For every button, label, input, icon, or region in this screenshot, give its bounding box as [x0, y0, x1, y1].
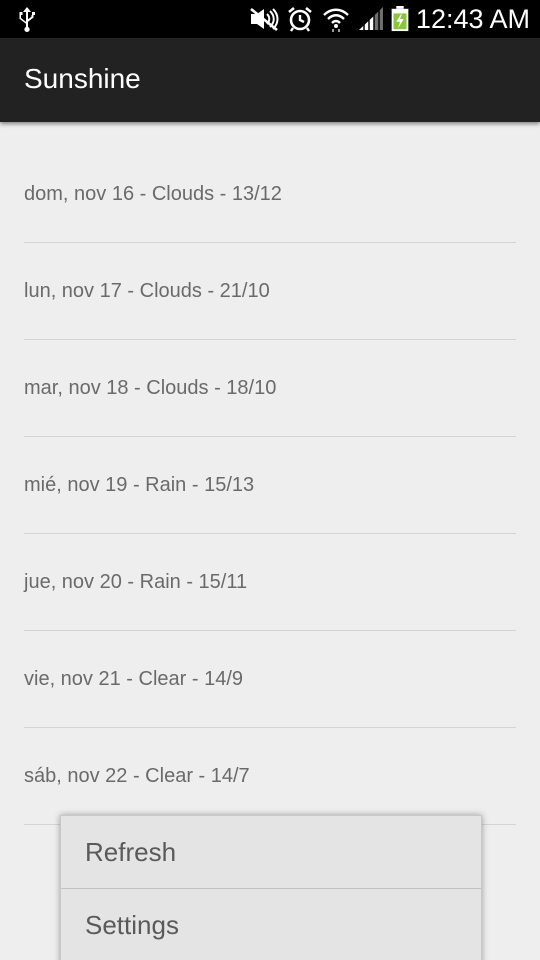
forecast-label: vie, nov 21 - Clear - 14/9 — [24, 668, 243, 690]
alarm-icon — [288, 6, 312, 32]
menu-item-settings[interactable]: Settings — [61, 888, 481, 960]
list-item[interactable]: mié, nov 19 - Rain - 15/13 — [24, 437, 516, 534]
forecast-label: mar, nov 18 - Clouds - 18/10 — [24, 377, 277, 399]
list-item[interactable]: lun, nov 17 - Clouds - 21/10 — [24, 243, 516, 340]
battery-charging-icon — [391, 6, 409, 32]
list-item[interactable]: jue, nov 20 - Rain - 15/11 — [24, 534, 516, 631]
signal-icon — [359, 7, 383, 30]
forecast-label: lun, nov 17 - Clouds - 21/10 — [24, 280, 270, 302]
app-title: Sunshine — [24, 63, 141, 94]
wifi-icon — [323, 8, 349, 32]
status-bar: 12:43 AM — [0, 0, 540, 38]
forecast-list: dom, nov 16 - Clouds - 13/12 lun, nov 17… — [24, 146, 516, 825]
menu-item-label: Refresh — [85, 837, 177, 867]
action-bar: Sunshine — [0, 38, 540, 122]
list-item[interactable]: vie, nov 21 - Clear - 14/9 — [24, 631, 516, 728]
list-item[interactable]: mar, nov 18 - Clouds - 18/10 — [24, 340, 516, 437]
mute-icon — [250, 7, 279, 32]
usb-icon — [19, 7, 35, 32]
screen: 12:43 AM Sunshine dom, nov 16 - Clouds -… — [0, 0, 540, 960]
status-time: 12:43 AM — [415, 4, 530, 34]
forecast-label: mié, nov 19 - Rain - 15/13 — [24, 474, 255, 496]
forecast-label: dom, nov 16 - Clouds - 13/12 — [24, 183, 282, 205]
menu-item-refresh[interactable]: Refresh — [61, 816, 481, 888]
forecast-label: sáb, nov 22 - Clear - 14/7 — [24, 765, 250, 787]
list-item[interactable]: dom, nov 16 - Clouds - 13/12 — [24, 146, 516, 243]
overflow-menu: Refresh Settings — [60, 815, 482, 960]
list-item[interactable]: sáb, nov 22 - Clear - 14/7 — [24, 728, 516, 825]
forecast-label: jue, nov 20 - Rain - 15/11 — [24, 571, 248, 593]
menu-item-label: Settings — [85, 910, 179, 940]
